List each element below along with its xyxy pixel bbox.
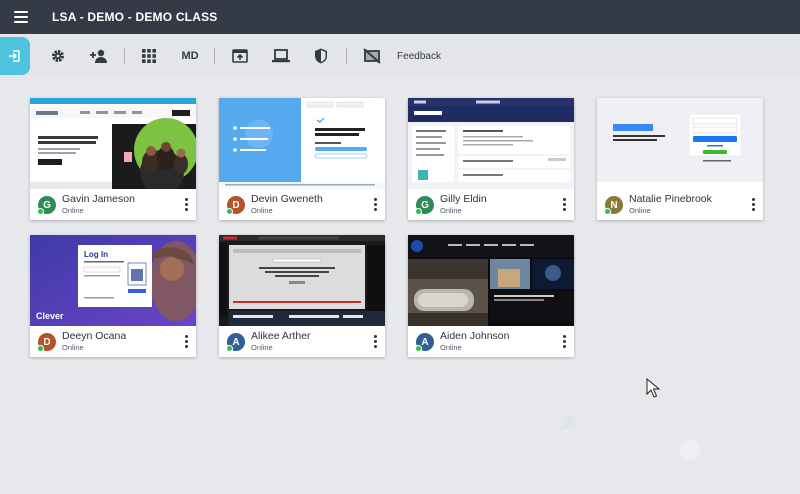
hamburger-menu-icon[interactable] (14, 11, 28, 23)
card-footer: G Gavin Jameson Online (30, 189, 196, 220)
student-name: Aiden Johnson (440, 330, 510, 342)
student-card[interactable]: D Devin Gweneth Online (219, 98, 385, 220)
open-tab-icon[interactable] (230, 46, 250, 66)
svg-text:Log In: Log In (84, 250, 108, 259)
grid-icon[interactable] (139, 46, 159, 66)
student-card[interactable]: G Gavin Jameson Online (30, 98, 196, 220)
student-status: Online (440, 206, 462, 215)
student-status: Online (62, 206, 84, 215)
student-name: Gavin Jameson (62, 193, 135, 205)
online-indicator (37, 345, 44, 352)
toolbar-divider (346, 48, 347, 64)
student-card[interactable]: A Alikee Arther Online (219, 235, 385, 357)
card-footer: D Deeyn Ocana Online (30, 326, 196, 357)
student-name: Alikee Arther (251, 330, 311, 342)
screen-thumbnail[interactable] (408, 235, 574, 326)
online-indicator (226, 208, 233, 215)
more-vert-icon[interactable] (562, 198, 566, 211)
student-card[interactable]: A Aiden Johnson Online (408, 235, 574, 357)
screen-thumbnail[interactable] (219, 235, 385, 326)
screen-thumbnail[interactable] (408, 98, 574, 189)
screen-thumbnail[interactable] (219, 98, 385, 189)
student-status: Online (251, 206, 273, 215)
top-bar: LSA - DEMO - DEMO CLASS (0, 0, 800, 34)
student-card[interactable]: N Natalie Pinebrook Online (597, 98, 763, 220)
md-button[interactable]: MD (176, 46, 204, 66)
add-person-icon[interactable] (88, 46, 110, 66)
student-status: Online (251, 343, 273, 352)
student-status: Online (440, 343, 462, 352)
more-vert-icon[interactable] (751, 198, 755, 211)
card-footer: N Natalie Pinebrook Online (597, 189, 763, 220)
student-name: Devin Gweneth (251, 193, 323, 205)
more-vert-icon[interactable] (373, 335, 377, 348)
svg-text:Clever: Clever (36, 311, 64, 321)
student-name: Natalie Pinebrook (629, 193, 712, 205)
card-footer: A Alikee Arther Online (219, 326, 385, 357)
gear-icon[interactable] (48, 46, 68, 66)
background-decoration (560, 412, 700, 460)
screen-off-icon[interactable] (361, 46, 383, 66)
mouse-cursor-icon (646, 378, 660, 398)
more-vert-icon[interactable] (373, 198, 377, 211)
toolbar: MD Feedback (0, 34, 800, 78)
screen-thumbnail[interactable] (30, 98, 196, 189)
card-footer: G Gilly Eldin Online (408, 189, 574, 220)
feedback-link[interactable]: Feedback (395, 46, 443, 66)
screen-thumbnail[interactable]: Log In Clever (30, 235, 196, 326)
more-vert-icon[interactable] (562, 335, 566, 348)
student-card[interactable]: Log In Clever D Deeyn Ocana Online (30, 235, 196, 357)
student-card[interactable]: G Gilly Eldin Online (408, 98, 574, 220)
student-name: Deeyn Ocana (62, 330, 127, 342)
student-status: Online (62, 343, 84, 352)
screen-thumbnail[interactable] (597, 98, 763, 189)
card-footer: A Aiden Johnson Online (408, 326, 574, 357)
online-indicator (37, 208, 44, 215)
online-indicator (415, 208, 422, 215)
screen-icon[interactable] (270, 46, 292, 66)
online-indicator (226, 345, 233, 352)
toolbar-divider (214, 48, 215, 64)
online-indicator (604, 208, 611, 215)
more-vert-icon[interactable] (184, 335, 188, 348)
card-footer: D Devin Gweneth Online (219, 189, 385, 220)
toolbar-divider (124, 48, 125, 64)
shield-icon[interactable] (311, 46, 331, 66)
student-name: Gilly Eldin (440, 193, 487, 205)
student-status: Online (629, 206, 651, 215)
exit-icon[interactable] (0, 37, 30, 75)
more-vert-icon[interactable] (184, 198, 188, 211)
online-indicator (415, 345, 422, 352)
class-title: LSA - DEMO - DEMO CLASS (52, 10, 218, 24)
